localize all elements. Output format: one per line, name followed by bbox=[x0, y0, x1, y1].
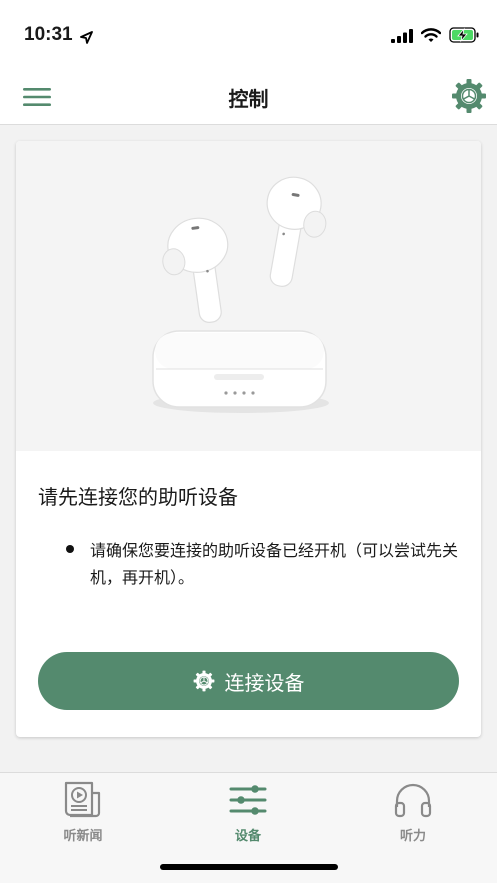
connect-device-label: 连接设备 bbox=[224, 670, 305, 695]
instruction-item: 请确保您要连接的助听设备已经开机（可以尝试先关机，再开机）。 bbox=[66, 537, 461, 591]
headphones-icon bbox=[391, 779, 435, 821]
connect-heading: 请先连接您的助听设备 bbox=[38, 485, 238, 509]
cellular-signal-icon bbox=[391, 28, 413, 47]
connect-device-card: 请先连接您的助听设备 请确保您要连接的助听设备已经开机（可以尝试先关机，再开机）… bbox=[16, 141, 481, 737]
wifi-icon bbox=[420, 27, 442, 47]
bullet-dot bbox=[66, 545, 74, 553]
home-indicator bbox=[160, 864, 338, 870]
tab-devices-label: 设备 bbox=[234, 829, 261, 844]
tab-devices[interactable]: 设备 bbox=[188, 779, 308, 849]
gear-icon bbox=[193, 670, 214, 692]
tab-news-label: 听新闻 bbox=[63, 829, 103, 844]
settings-button[interactable] bbox=[451, 78, 487, 114]
header: 控制 bbox=[0, 70, 497, 125]
connect-device-button[interactable]: 连接设备 bbox=[38, 652, 459, 710]
location-arrow-icon bbox=[80, 29, 93, 48]
status-time: 10:31 bbox=[24, 24, 73, 45]
instruction-text: 请确保您要连接的助听设备已经开机（可以尝试先关机，再开机）。 bbox=[90, 541, 459, 587]
status-bar: 10:31 bbox=[0, 0, 497, 70]
tab-hearing-label: 听力 bbox=[399, 829, 426, 844]
tab-hearing[interactable]: 听力 bbox=[353, 779, 473, 849]
battery-charging-icon bbox=[449, 27, 479, 47]
sliders-icon bbox=[226, 779, 270, 821]
earbuds-image bbox=[16, 141, 481, 451]
news-player-icon bbox=[61, 779, 105, 821]
page-title: 控制 bbox=[228, 87, 269, 111]
gear-icon bbox=[452, 79, 486, 113]
status-indicators bbox=[391, 27, 479, 47]
tab-news[interactable]: 听新闻 bbox=[23, 779, 143, 849]
